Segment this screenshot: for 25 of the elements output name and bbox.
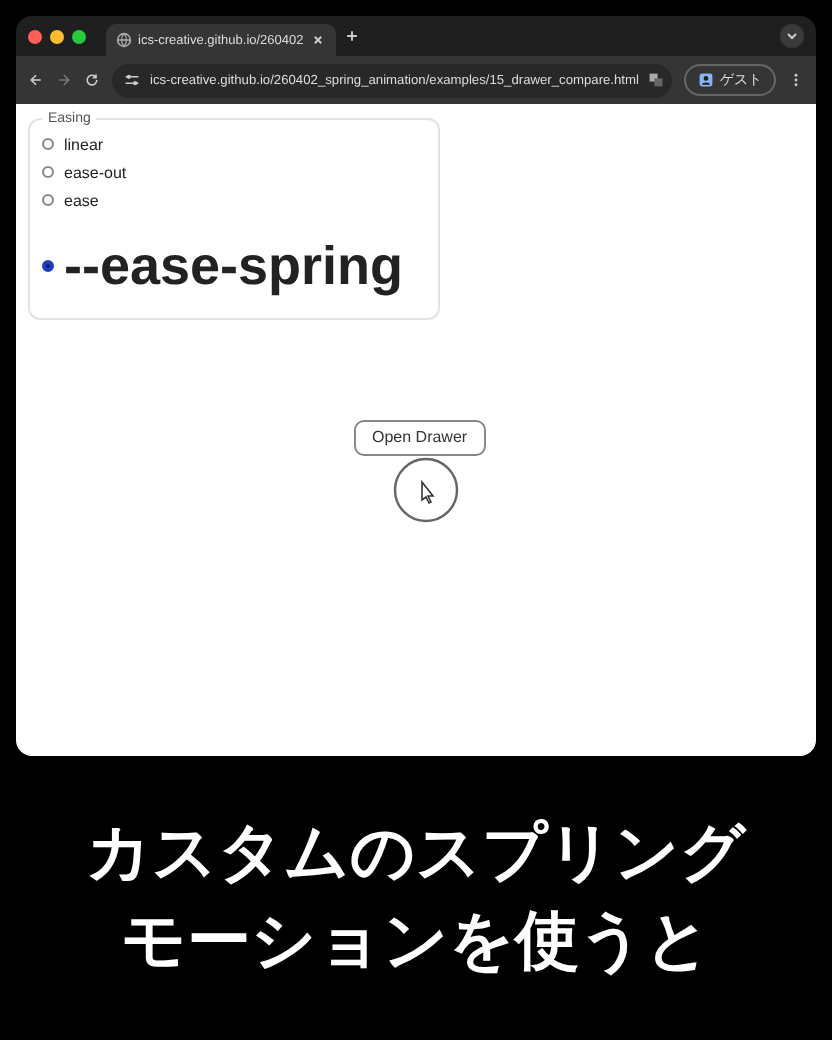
radio-option[interactable]: linear <box>42 130 426 158</box>
radio-button[interactable] <box>42 260 54 272</box>
cursor-icon <box>392 456 460 524</box>
radio-button[interactable] <box>42 166 54 178</box>
minimize-window-icon[interactable] <box>50 29 64 43</box>
close-window-icon[interactable] <box>28 29 42 43</box>
close-icon[interactable] <box>309 32 326 48</box>
radio-button[interactable] <box>42 138 54 150</box>
radio-option[interactable]: ease-out <box>42 158 426 186</box>
person-icon <box>698 72 714 88</box>
globe-icon <box>116 32 132 48</box>
radio-option[interactable]: ease <box>42 186 426 214</box>
tab-menu-icon[interactable] <box>780 24 804 48</box>
caption-text: モーションを使うと <box>121 900 711 980</box>
maximize-window-icon[interactable] <box>72 29 86 43</box>
reload-icon[interactable] <box>84 72 100 88</box>
open-drawer-button[interactable]: Open Drawer <box>354 419 486 455</box>
forward-icon[interactable] <box>56 72 72 88</box>
radio-option[interactable]: --ease-spring <box>42 222 426 310</box>
caption-text: カスタムのスプリング <box>86 812 746 892</box>
translate-icon[interactable] <box>648 72 665 88</box>
radio-button[interactable] <box>42 194 54 206</box>
back-icon[interactable] <box>28 72 44 88</box>
sliders-icon[interactable] <box>124 72 140 88</box>
new-tab-icon[interactable] <box>343 28 360 44</box>
